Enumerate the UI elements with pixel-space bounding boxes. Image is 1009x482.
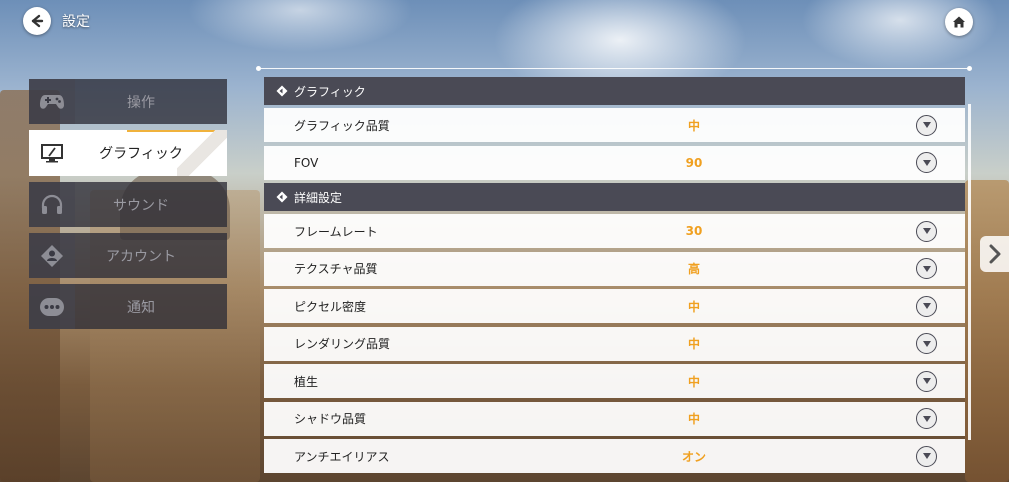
sidebar-item-sound[interactable]: サウンド: [29, 182, 227, 227]
dropdown-button[interactable]: [916, 370, 937, 392]
home-button[interactable]: [945, 8, 973, 36]
sidebar-item-notifications[interactable]: 通知: [29, 284, 227, 329]
chevron-down-icon: [922, 340, 931, 347]
page-title: 設定: [62, 14, 90, 30]
dropdown-button[interactable]: [916, 114, 937, 136]
dropdown-button[interactable]: [916, 408, 937, 429]
chevron-down-icon: [922, 122, 931, 128]
setting-row-frame-rate[interactable]: フレームレート 30: [264, 214, 965, 248]
dropdown-button[interactable]: [916, 295, 937, 317]
setting-value: オン: [681, 449, 706, 464]
sidebar-item-graphics[interactable]: グラフィック: [29, 130, 227, 176]
sidebar-item-label: 通知: [127, 299, 155, 316]
setting-row-pixel-density[interactable]: ピクセル密度 中: [264, 289, 965, 323]
dropdown-button[interactable]: [916, 333, 937, 354]
section-title: 詳細設定: [294, 190, 343, 205]
setting-value: 中: [687, 337, 700, 351]
background-building: [965, 180, 1009, 482]
sidebar-item-label: 操作: [127, 94, 155, 111]
dots-icon: [29, 284, 75, 329]
setting-row-texture-quality[interactable]: テクスチャ品質 高: [264, 251, 965, 286]
setting-row-fov[interactable]: FOV 90: [264, 145, 965, 180]
setting-value: 30: [685, 224, 703, 238]
setting-value: 中: [687, 412, 700, 426]
header-divider: [256, 66, 972, 71]
settings-panel: グラフィック グラフィック品質 中 FOV 90 詳細設定 フレームレート 30…: [264, 77, 965, 477]
sidebar-item-controls[interactable]: 操作: [29, 79, 227, 124]
setting-row-shadow-quality[interactable]: シャドウ品質 中: [264, 401, 965, 436]
setting-value: 中: [687, 118, 700, 133]
dropdown-button[interactable]: [916, 220, 937, 242]
setting-row-render-quality[interactable]: レンダリング品質 中: [264, 326, 965, 361]
sidebar: 操作 グラフィック サウンド アカウント 通知: [29, 79, 227, 335]
chevron-down-icon: [922, 378, 931, 384]
section-header-graphics: グラフィック: [264, 77, 965, 105]
dropdown-button[interactable]: [916, 258, 937, 279]
section-header-advanced: 詳細設定: [264, 183, 965, 211]
setting-row-graphics-quality[interactable]: グラフィック品質 中: [264, 108, 965, 142]
setting-value: 中: [687, 374, 700, 389]
sidebar-item-label: アカウント: [106, 248, 176, 265]
user-icon: [29, 233, 75, 278]
chevron-down-icon: [922, 415, 931, 422]
sidebar-item-account[interactable]: アカウント: [29, 233, 227, 278]
headphones-icon: [29, 182, 75, 227]
monitor-icon: [29, 131, 75, 176]
active-accent: [127, 130, 227, 132]
setting-value: 90: [685, 155, 703, 170]
back-button[interactable]: [23, 7, 51, 35]
chevron-down-icon: [922, 228, 931, 234]
dropdown-button[interactable]: [916, 152, 937, 173]
chevron-down-icon: [922, 159, 931, 166]
scrollbar[interactable]: [968, 104, 971, 440]
next-page-button[interactable]: [980, 236, 1009, 272]
section-title: グラフィック: [294, 84, 366, 99]
dropdown-button[interactable]: [916, 445, 937, 467]
chevron-down-icon: [922, 265, 931, 272]
diamond-icon: [276, 191, 288, 203]
setting-row-anti-aliasing[interactable]: アンチエイリアス オン: [264, 439, 965, 473]
chevron-right-icon: [989, 244, 1000, 264]
gamepad-icon: [29, 79, 75, 124]
setting-value: 中: [687, 299, 700, 314]
sidebar-item-label: グラフィック: [99, 146, 183, 162]
diamond-icon: [276, 85, 288, 97]
home-icon: [953, 16, 965, 28]
setting-row-vegetation[interactable]: 植生 中: [264, 364, 965, 398]
chevron-down-icon: [922, 453, 931, 459]
back-icon: [31, 14, 44, 28]
setting-value: 高: [687, 262, 700, 276]
chevron-down-icon: [922, 303, 931, 309]
sidebar-item-label: サウンド: [113, 197, 169, 214]
